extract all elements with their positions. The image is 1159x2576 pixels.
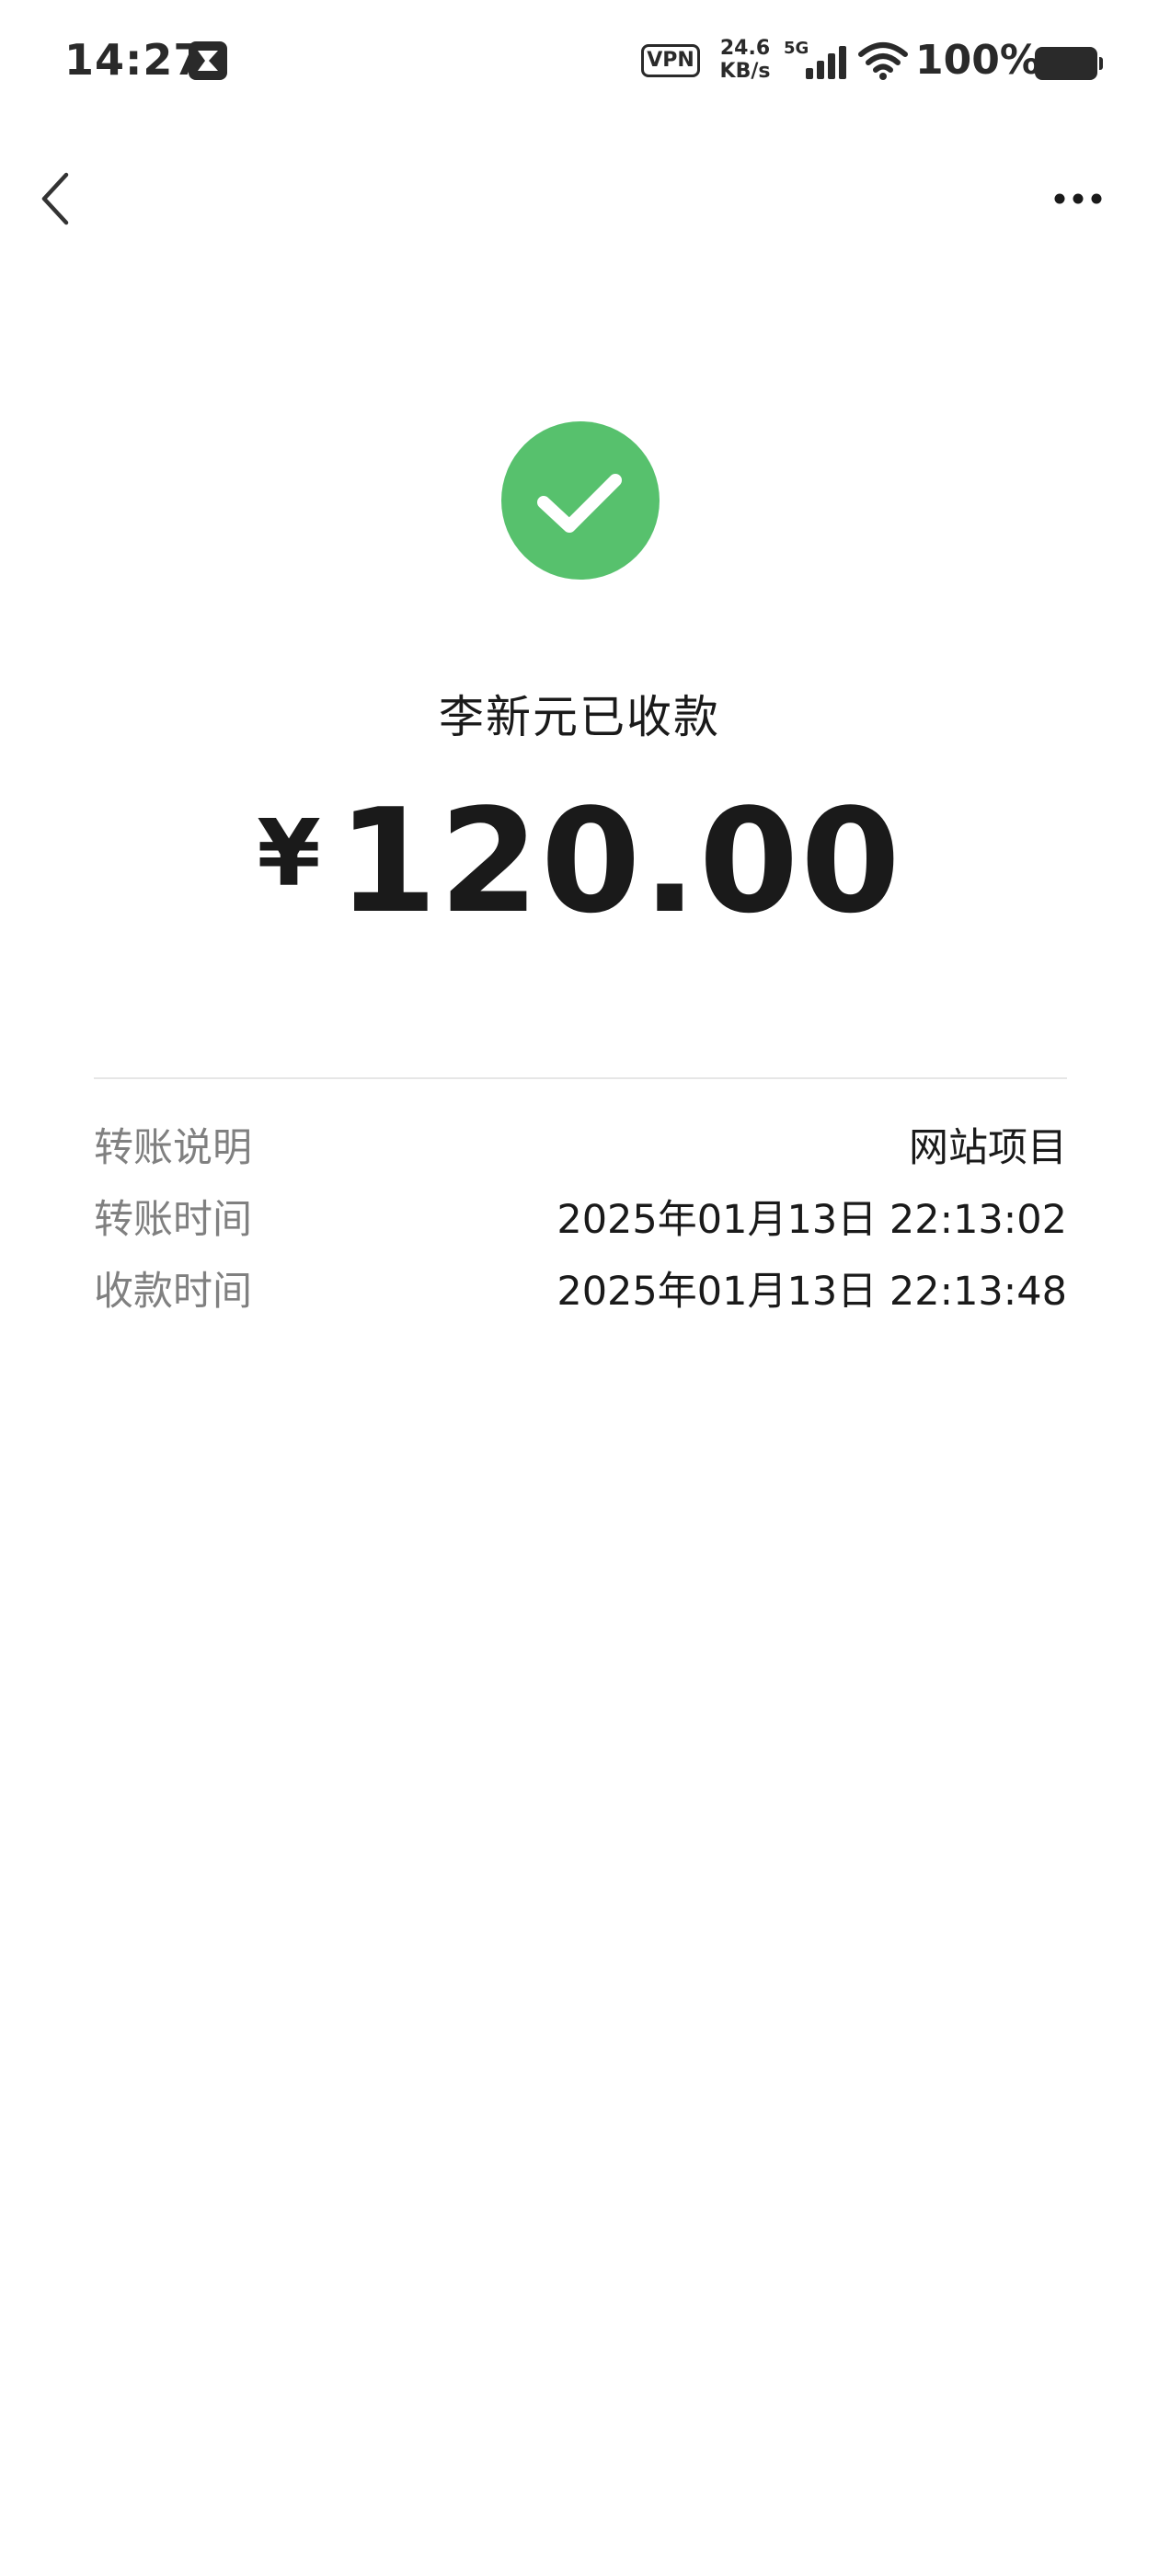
vpn-badge: VPN [641, 44, 700, 77]
network-speed: 24.6 KB/s [717, 37, 773, 83]
divider [94, 1077, 1067, 1079]
amount-value: 120.00 [337, 777, 902, 945]
detail-value: 2025年01月13日 22:13:02 [557, 1197, 1067, 1243]
detail-row-receive-time: 收款时间 2025年01月13日 22:13:48 [94, 1262, 1067, 1334]
network-speed-value: 24.6 [719, 37, 771, 60]
check-circle-icon [501, 421, 660, 580]
network-speed-unit: KB/s [719, 60, 771, 83]
detail-row-note: 转账说明 网站项目 [94, 1119, 1067, 1190]
back-button[interactable] [28, 166, 86, 232]
transfer-details: 转账说明 网站项目 转账时间 2025年01月13日 22:13:02 收款时间… [94, 1119, 1067, 1334]
app-notification-icon [189, 41, 227, 80]
status-bar: 14:27 VPN 24.6 KB/s 5G 100% [0, 0, 1159, 129]
chevron-left-icon [41, 172, 69, 225]
more-horizontal-icon [1054, 193, 1102, 204]
currency-symbol: ¥ [257, 799, 321, 907]
signal-icon [802, 44, 848, 85]
wifi-icon [857, 41, 909, 86]
detail-value: 2025年01月13日 22:13:48 [557, 1269, 1067, 1315]
detail-value: 网站项目 [909, 1125, 1067, 1171]
detail-label: 转账说明 [94, 1125, 252, 1171]
battery-percent: 100% [915, 37, 1040, 84]
more-button[interactable] [1039, 175, 1113, 223]
detail-label: 收款时间 [94, 1269, 252, 1315]
status-time: 14:27 [64, 35, 204, 85]
detail-label: 转账时间 [94, 1197, 252, 1243]
amount: ¥120.00 [0, 777, 1159, 945]
battery-icon [1035, 47, 1103, 80]
payment-status-title: 李新元已收款 [438, 691, 720, 743]
detail-row-transfer-time: 转账时间 2025年01月13日 22:13:02 [94, 1190, 1067, 1262]
